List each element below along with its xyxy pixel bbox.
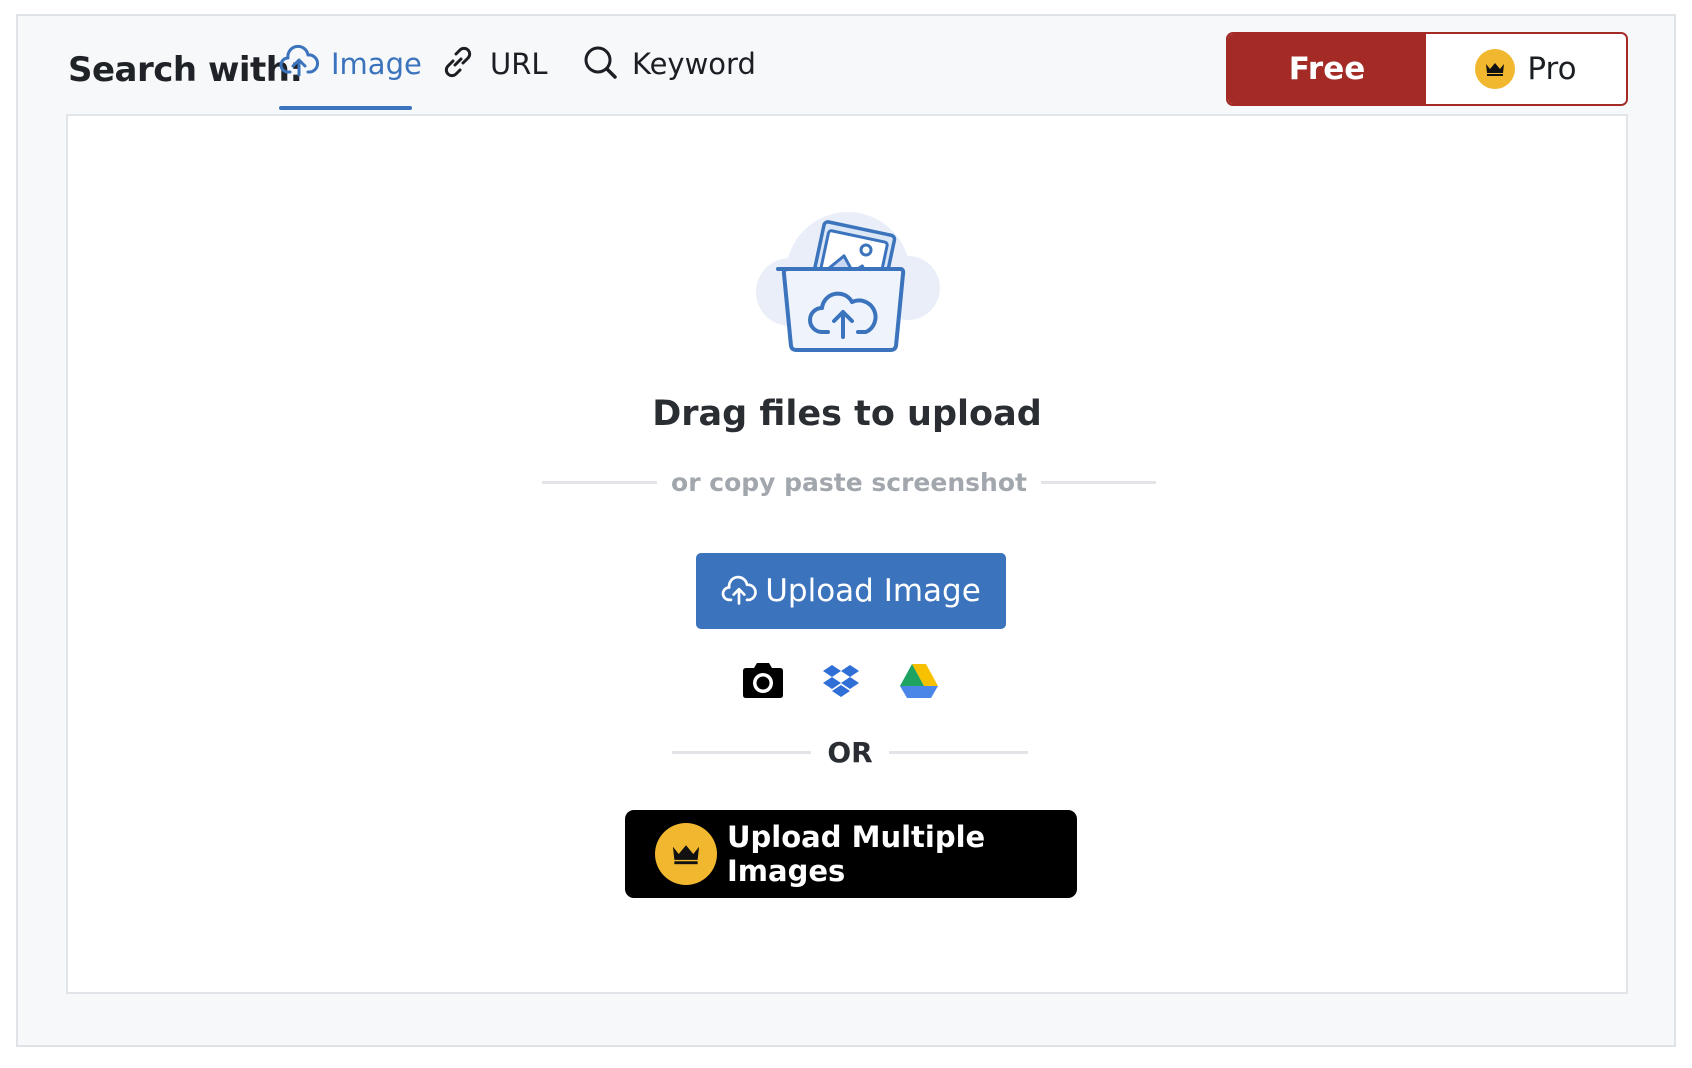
divider (542, 481, 658, 484)
drag-files-title: Drag files to upload (652, 394, 1042, 434)
tab-url-label: URL (490, 47, 548, 81)
upload-image-label: Upload Image (765, 573, 981, 609)
folder-cloud-upload-icon (756, 212, 940, 352)
cloud-upload-icon (721, 575, 758, 605)
or-label: OR (827, 736, 873, 769)
plan-free-button[interactable]: Free (1228, 34, 1426, 104)
upload-multiple-images-button[interactable]: Upload Multiple Images (625, 810, 1077, 898)
cloud-upload-icon (279, 42, 319, 82)
upload-image-button[interactable]: Upload Image (696, 553, 1006, 629)
divider (1040, 481, 1156, 484)
upload-sources (738, 656, 944, 706)
dropbox-icon[interactable] (816, 656, 866, 706)
search-icon (580, 42, 620, 82)
tab-keyword[interactable]: Keyword (580, 38, 756, 108)
tab-image[interactable]: Image (279, 38, 422, 110)
tab-url[interactable]: URL (438, 38, 548, 108)
upload-dropzone[interactable]: Drag files to upload or copy paste scree… (66, 114, 1628, 994)
link-icon (438, 42, 478, 82)
tab-image-label: Image (331, 47, 422, 81)
upload-multiple-label: Upload Multiple Images (727, 820, 986, 888)
plan-toggle: Free Pro (1226, 32, 1628, 106)
paste-hint-row: or copy paste screenshot (542, 468, 1156, 497)
divider (672, 751, 812, 754)
camera-icon[interactable] (738, 656, 788, 706)
search-with-label: Search with: (68, 50, 303, 90)
google-drive-icon[interactable] (894, 656, 944, 706)
crown-icon (655, 823, 717, 885)
search-panel: Search with: Image URL Keyword Free Pro … (16, 14, 1676, 1047)
or-divider-row: OR (672, 736, 1028, 769)
divider (888, 751, 1028, 754)
crown-icon (1475, 49, 1516, 89)
plan-pro-button[interactable]: Pro (1426, 34, 1626, 104)
tab-keyword-label: Keyword (632, 47, 756, 81)
paste-hint: or copy paste screenshot (671, 468, 1027, 497)
plan-pro-label: Pro (1527, 51, 1577, 87)
